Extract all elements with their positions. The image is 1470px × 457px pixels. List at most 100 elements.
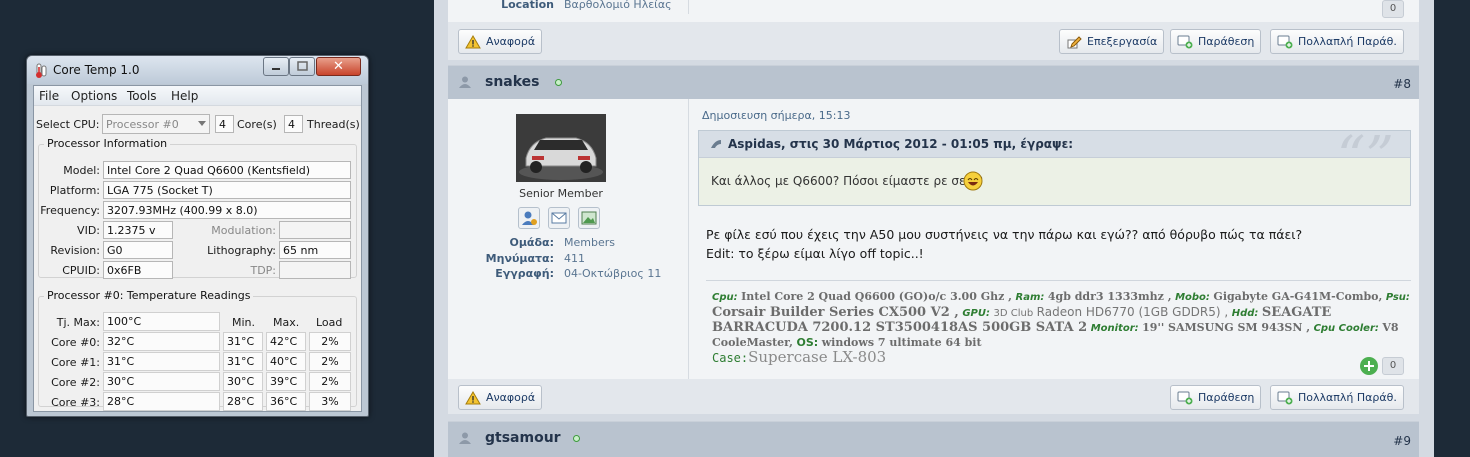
- report-label: Αναφορά: [486, 35, 536, 48]
- core-label: Core #3:: [51, 396, 100, 409]
- online-status-icon: [573, 435, 580, 442]
- sig-hdd-label: Hdd:: [1231, 308, 1259, 319]
- laughing-smiley-icon: [963, 171, 983, 191]
- quote-block: Aspidas, στις 30 Μάρτιος 2012 - 01:05 πμ…: [698, 125, 1411, 206]
- temperature-title: Processor #0: Temperature Readings: [44, 289, 254, 302]
- signature-divider: [706, 280, 1411, 281]
- signature: Cpu: Intel Core 2 Quad Q6600 (GO)o/c 3.0…: [712, 290, 1412, 366]
- quote-arrow-icon: [711, 140, 721, 148]
- sig-monitor-label: Monitor:: [1090, 323, 1139, 334]
- quote-label: Παράθεση: [1198, 391, 1255, 404]
- menu-file[interactable]: File: [39, 89, 59, 103]
- report-button[interactable]: Αναφορά: [458, 29, 543, 54]
- select-cpu-label: Select CPU:: [36, 118, 100, 131]
- multiquote-label: Πολλαπλή Παράθ.: [1298, 35, 1397, 48]
- multiquote-button[interactable]: Πολλαπλή Παράθ.: [1270, 385, 1404, 410]
- menu-help[interactable]: Help: [171, 89, 198, 103]
- post-message: Ρε φίλε εσύ που έχεις την A50 μου συστήν…: [706, 225, 1302, 263]
- col-load-header: Load: [316, 316, 343, 329]
- quote-author: Aspidas, στις 30 Μάρτιος 2012 - 01:05 πμ…: [728, 137, 1074, 151]
- core-load: 3%: [309, 392, 351, 411]
- prev-post-body: Location Βαρθολομιό Ηλείας 0: [448, 0, 1419, 22]
- menu-bar: File Options Tools Help: [34, 86, 361, 106]
- menu-options[interactable]: Options: [71, 89, 117, 103]
- model-label: Model:: [63, 164, 100, 177]
- profile-button[interactable]: [518, 207, 540, 229]
- core-load: 2%: [309, 372, 351, 391]
- sig-ram-label: Ram:: [1015, 292, 1045, 303]
- platform-label: Platform:: [49, 184, 100, 197]
- next-post-number[interactable]: #9: [1393, 434, 1411, 448]
- minimize-icon: [272, 68, 280, 70]
- sig-cpu-label: Cpu:: [712, 292, 738, 303]
- right-margin: [1434, 0, 1470, 457]
- coretemp-window: Core Temp 1.0 ✕ File Options Tools Help …: [26, 55, 369, 417]
- multiquote-icon: [1277, 391, 1293, 404]
- envelope-icon: [551, 212, 567, 224]
- multiquote-icon: [1277, 35, 1293, 48]
- post-username[interactable]: snakes: [485, 74, 540, 90]
- threads-label: Thread(s): [307, 118, 360, 131]
- window-client-area: File Options Tools Help Select CPU: Proc…: [33, 85, 362, 412]
- cpuid-label: CPUID:: [62, 264, 100, 277]
- window-title: Core Temp 1.0: [53, 63, 140, 77]
- warning-icon: [465, 390, 481, 404]
- post-number[interactable]: #8: [1393, 77, 1411, 91]
- report-label: Αναφορά: [486, 391, 536, 404]
- quote-text: Και άλλος με Q6600? Πόσοι είμαστε ρε σει…: [711, 174, 983, 188]
- avatar[interactable]: [516, 114, 606, 182]
- forum-page: Location Βαρθολομιό Ηλείας 0 Αναφορά Επε…: [434, 0, 1434, 457]
- vid-label: VID:: [77, 224, 100, 237]
- chevron-down-icon: [198, 121, 206, 126]
- location-label: Location: [501, 0, 554, 11]
- multiquote-label: Πολλαπλή Παράθ.: [1298, 391, 1397, 404]
- quote-button[interactable]: Παράθεση: [1170, 385, 1262, 410]
- quote-button[interactable]: Παράθεση: [1170, 29, 1262, 54]
- cpuid-value: 0x6FB: [103, 261, 173, 279]
- post-footer: Αναφορά Παράθεση Πολλαπλή Παράθ.: [448, 379, 1419, 414]
- tdp-label: TDP:: [250, 264, 276, 277]
- lithography-value: 65 nm: [279, 241, 351, 259]
- joined-value: 04-Οκτώβριος 11: [564, 267, 662, 280]
- next-post-username[interactable]: gtsamour: [485, 430, 561, 446]
- like-button[interactable]: [1360, 357, 1378, 375]
- sig-cooler-label: Cpu Cooler:: [1313, 323, 1379, 334]
- user-divider: [688, 0, 689, 14]
- close-button[interactable]: ✕: [316, 57, 361, 76]
- minimize-button[interactable]: [263, 57, 289, 76]
- core-temp: 30°C: [103, 372, 220, 391]
- window-titlebar[interactable]: Core Temp 1.0 ✕: [27, 56, 368, 84]
- report-button[interactable]: Αναφορά: [458, 385, 543, 410]
- edit-button[interactable]: Επεξεργασία: [1059, 29, 1165, 54]
- modulation-value: [279, 221, 351, 239]
- cores-label: Core(s): [237, 118, 277, 131]
- post-header: snakes #8: [448, 65, 1419, 99]
- joined-label: Εγγραφή:: [495, 267, 554, 280]
- send-message-button[interactable]: [548, 207, 570, 229]
- location-value: Βαρθολομιό Ηλείας: [564, 0, 672, 11]
- cpu-select-dropdown[interactable]: Processor #0: [102, 114, 210, 134]
- core-max: 36°C: [266, 392, 306, 411]
- sig-gpu-value: Radeon HD6770 (1GB GDDR5) ,: [1036, 305, 1229, 319]
- edit-label: Επεξεργασία: [1087, 35, 1158, 48]
- menu-tools[interactable]: Tools: [127, 89, 157, 103]
- multiquote-button[interactable]: Πολλαπλή Παράθ.: [1270, 29, 1404, 54]
- sig-case-label: Case:: [712, 351, 749, 365]
- tjmax-value: 100°C: [103, 312, 220, 331]
- gallery-button[interactable]: [578, 207, 600, 229]
- platform-value: LGA 775 (Socket T): [103, 181, 351, 199]
- car-avatar-image: [516, 114, 606, 182]
- maximize-button[interactable]: [289, 57, 315, 76]
- core-max: 39°C: [266, 372, 306, 391]
- quote-icon: [1177, 35, 1193, 48]
- modulation-label: Modulation:: [211, 224, 276, 237]
- vid-value: 1.2375 v: [103, 221, 173, 239]
- thermometer-app-icon: [36, 63, 47, 78]
- core-load: 2%: [309, 352, 351, 371]
- prev-post-footer: Αναφορά Επεξεργασία Παράθεση Πολλαπλή Πα…: [448, 22, 1419, 60]
- like-counter: 0: [1382, 357, 1404, 375]
- messages-value: 411: [564, 252, 585, 265]
- post-body: Senior Member Ομάδα: Members Μηνύματα: 4…: [448, 99, 1419, 379]
- core-min: 30°C: [223, 372, 263, 391]
- close-icon: ✕: [333, 59, 344, 74]
